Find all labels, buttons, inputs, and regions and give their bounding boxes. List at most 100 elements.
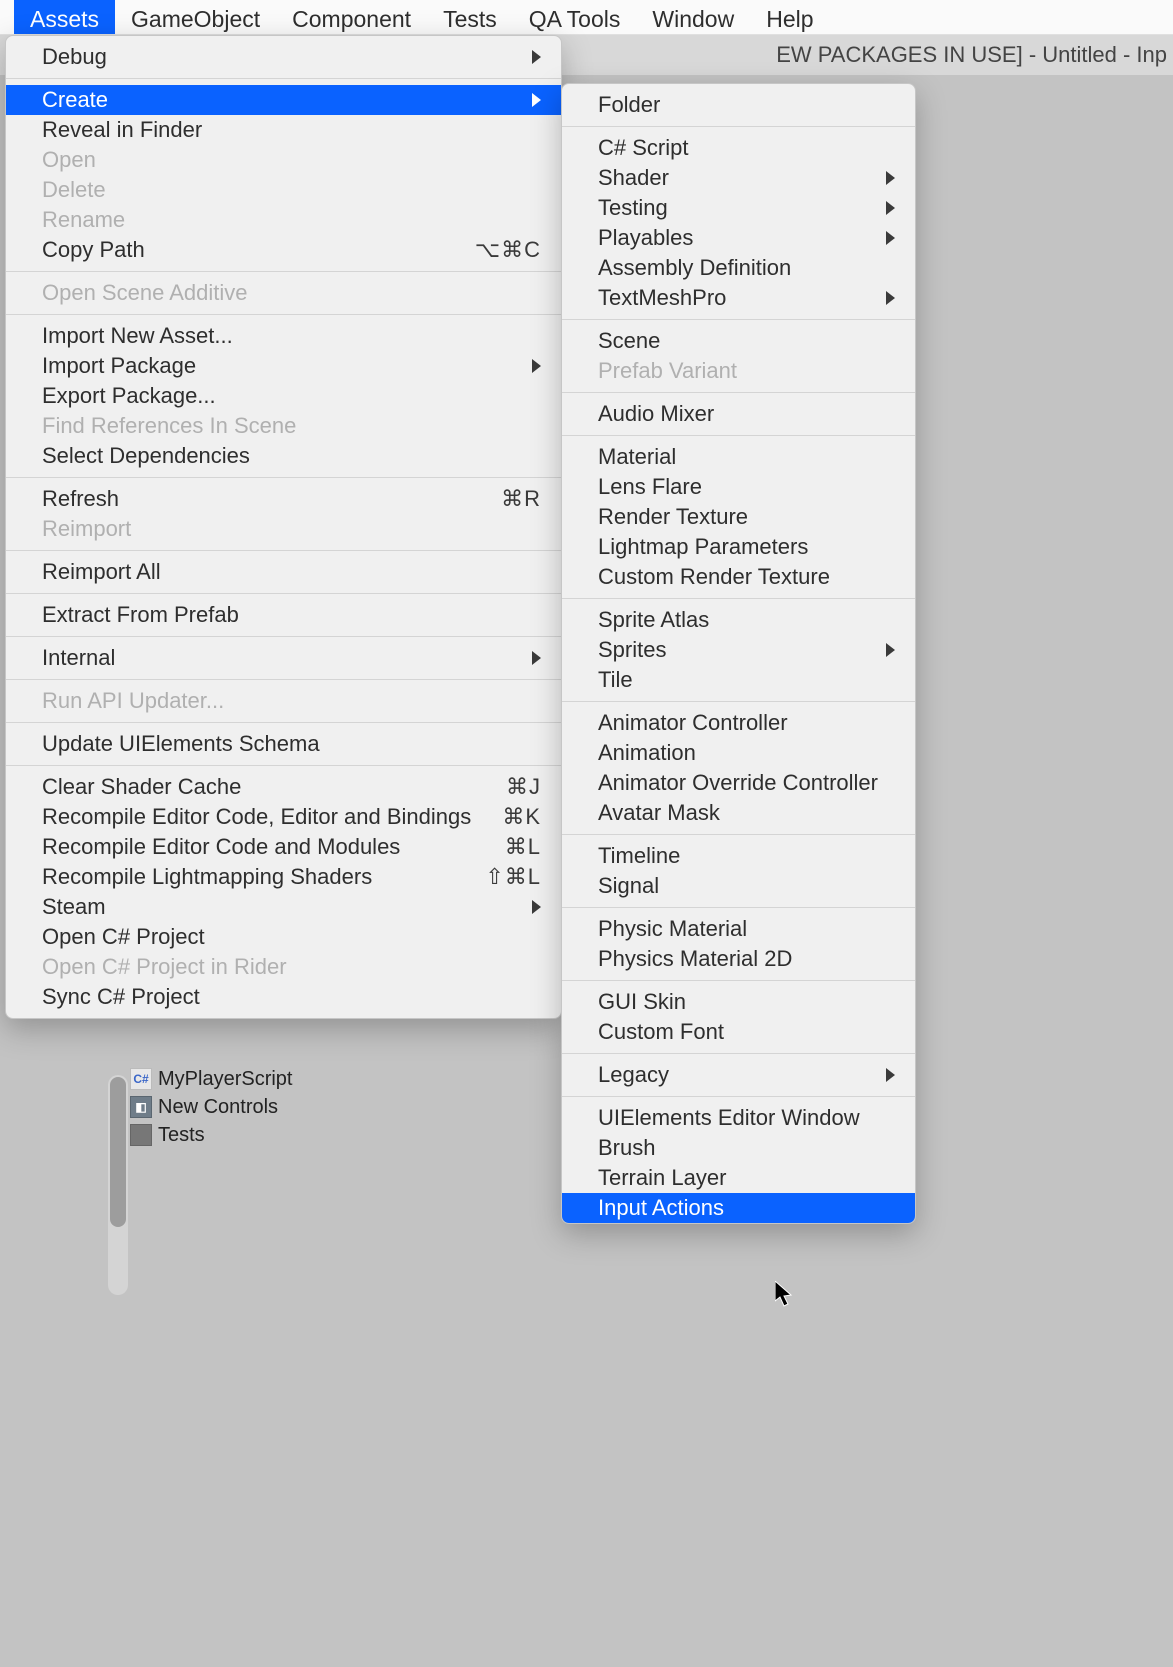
folder-icon (130, 1124, 152, 1146)
assets-menu-item-refresh[interactable]: Refresh⌘R (6, 484, 561, 514)
menu-item-label: Brush (598, 1135, 655, 1161)
menu-item-label: Open (42, 147, 96, 173)
chevron-right-icon (886, 643, 895, 657)
menu-separator (6, 636, 561, 637)
assets-menu-item-recompile-editor-code-editor-and-bindings[interactable]: Recompile Editor Code, Editor and Bindin… (6, 802, 561, 832)
create-menu-item-tile[interactable]: Tile (562, 665, 915, 695)
create-menu-item-sprites[interactable]: Sprites (562, 635, 915, 665)
create-menu-item-signal[interactable]: Signal (562, 871, 915, 901)
create-menu-item-audio-mixer[interactable]: Audio Mixer (562, 399, 915, 429)
project-row-new-controls[interactable]: ◧New Controls (130, 1093, 480, 1121)
menu-item-label: Rename (42, 207, 125, 233)
chevron-right-icon (532, 651, 541, 665)
menu-item-label: Input Actions (598, 1195, 724, 1221)
create-menu-item-lens-flare[interactable]: Lens Flare (562, 472, 915, 502)
create-menu-item-textmeshpro[interactable]: TextMeshPro (562, 283, 915, 313)
assets-menu-item-export-package[interactable]: Export Package... (6, 381, 561, 411)
create-menu-item-assembly-definition[interactable]: Assembly Definition (562, 253, 915, 283)
create-menu-item-terrain-layer[interactable]: Terrain Layer (562, 1163, 915, 1193)
project-row-tests[interactable]: Tests (130, 1121, 480, 1149)
project-scrollbar-thumb[interactable] (110, 1077, 126, 1227)
create-menu-item-animation[interactable]: Animation (562, 738, 915, 768)
assets-menu-item-open-c-project[interactable]: Open C# Project (6, 922, 561, 952)
create-menu-item-legacy[interactable]: Legacy (562, 1060, 915, 1090)
assets-menu-item-import-new-asset[interactable]: Import New Asset... (6, 321, 561, 351)
assets-menu-item-steam[interactable]: Steam (6, 892, 561, 922)
project-row-label: Tests (158, 1124, 205, 1147)
create-menu-item-timeline[interactable]: Timeline (562, 841, 915, 871)
assets-menu-item-reveal-in-finder[interactable]: Reveal in Finder (6, 115, 561, 145)
menu-item-label: C# Script (598, 135, 688, 161)
create-menu-item-lightmap-parameters[interactable]: Lightmap Parameters (562, 532, 915, 562)
create-menu-item-avatar-mask[interactable]: Avatar Mask (562, 798, 915, 828)
assets-menu-item-select-dependencies[interactable]: Select Dependencies (6, 441, 561, 471)
menu-item-label: Recompile Editor Code and Modules (42, 834, 400, 860)
create-menu-item-uielements-editor-window[interactable]: UIElements Editor Window (562, 1103, 915, 1133)
menu-separator (562, 126, 915, 127)
create-menu-item-gui-skin[interactable]: GUI Skin (562, 987, 915, 1017)
menubar-item-gameobject[interactable]: GameObject (115, 0, 276, 34)
assets-menu-item-sync-c-project[interactable]: Sync C# Project (6, 982, 561, 1012)
menu-separator (562, 1096, 915, 1097)
assets-menu-item-clear-shader-cache[interactable]: Clear Shader Cache⌘J (6, 772, 561, 802)
menu-item-label: Export Package... (42, 383, 216, 409)
create-menu-item-custom-render-texture[interactable]: Custom Render Texture (562, 562, 915, 592)
menu-item-label: Signal (598, 873, 659, 899)
create-menu-item-material[interactable]: Material (562, 442, 915, 472)
menu-item-label: Timeline (598, 843, 680, 869)
assets-menu-item-create[interactable]: Create (6, 85, 561, 115)
menubar-item-help[interactable]: Help (750, 0, 829, 34)
menu-item-label: Sprites (598, 637, 666, 663)
create-menu-item-c-script[interactable]: C# Script (562, 133, 915, 163)
menu-separator (6, 271, 561, 272)
chevron-right-icon (886, 201, 895, 215)
create-menu-item-brush[interactable]: Brush (562, 1133, 915, 1163)
assets-menu-item-reimport-all[interactable]: Reimport All (6, 557, 561, 587)
create-menu-item-playables[interactable]: Playables (562, 223, 915, 253)
project-row-label: MyPlayerScript (158, 1068, 292, 1091)
assets-menu-item-run-api-updater: Run API Updater... (6, 686, 561, 716)
menu-item-label: Testing (598, 195, 668, 221)
menu-item-label: Prefab Variant (598, 358, 737, 384)
menu-item-label: GUI Skin (598, 989, 686, 1015)
assets-menu-item-update-uielements-schema[interactable]: Update UIElements Schema (6, 729, 561, 759)
create-menu-item-input-actions[interactable]: Input Actions (562, 1193, 915, 1223)
create-menu-item-scene[interactable]: Scene (562, 326, 915, 356)
menubar-item-qa-tools[interactable]: QA Tools (513, 0, 637, 34)
create-menu-item-custom-font[interactable]: Custom Font (562, 1017, 915, 1047)
project-row-myplayerscript[interactable]: C#MyPlayerScript (130, 1065, 480, 1093)
menu-item-label: Delete (42, 177, 106, 203)
assets-menu-item-copy-path[interactable]: Copy Path⌥⌘C (6, 235, 561, 265)
assets-menu-item-import-package[interactable]: Import Package (6, 351, 561, 381)
menu-item-label: Find References In Scene (42, 413, 296, 439)
menubar-item-assets[interactable]: Assets (14, 0, 115, 34)
create-menu-item-shader[interactable]: Shader (562, 163, 915, 193)
create-menu-item-physics-material-2d[interactable]: Physics Material 2D (562, 944, 915, 974)
menubar-item-tests[interactable]: Tests (427, 0, 513, 34)
assets-menu-item-debug[interactable]: Debug (6, 42, 561, 72)
assets-menu-item-recompile-lightmapping-shaders[interactable]: Recompile Lightmapping Shaders⇧⌘L (6, 862, 561, 892)
menubar-item-window[interactable]: Window (636, 0, 750, 34)
project-scrollbar[interactable] (108, 1075, 128, 1295)
menubar-item-component[interactable]: Component (276, 0, 427, 34)
menu-separator (562, 701, 915, 702)
create-menu-item-testing[interactable]: Testing (562, 193, 915, 223)
create-menu-item-animator-override-controller[interactable]: Animator Override Controller (562, 768, 915, 798)
chevron-right-icon (886, 1068, 895, 1082)
menu-item-label: Scene (598, 328, 660, 354)
create-menu-item-render-texture[interactable]: Render Texture (562, 502, 915, 532)
menu-item-label: Audio Mixer (598, 401, 714, 427)
create-menu-item-physic-material[interactable]: Physic Material (562, 914, 915, 944)
menu-item-label: Import Package (42, 353, 196, 379)
create-menu-item-animator-controller[interactable]: Animator Controller (562, 708, 915, 738)
chevron-right-icon (886, 171, 895, 185)
menu-separator (6, 477, 561, 478)
assets-menu-item-extract-from-prefab[interactable]: Extract From Prefab (6, 600, 561, 630)
create-menu-item-folder[interactable]: Folder (562, 90, 915, 120)
menu-item-label: Open Scene Additive (42, 280, 247, 306)
menu-item-shortcut: ⇧⌘L (485, 864, 541, 890)
chevron-right-icon (532, 359, 541, 373)
assets-menu-item-internal[interactable]: Internal (6, 643, 561, 673)
create-menu-item-sprite-atlas[interactable]: Sprite Atlas (562, 605, 915, 635)
assets-menu-item-recompile-editor-code-and-modules[interactable]: Recompile Editor Code and Modules⌘L (6, 832, 561, 862)
